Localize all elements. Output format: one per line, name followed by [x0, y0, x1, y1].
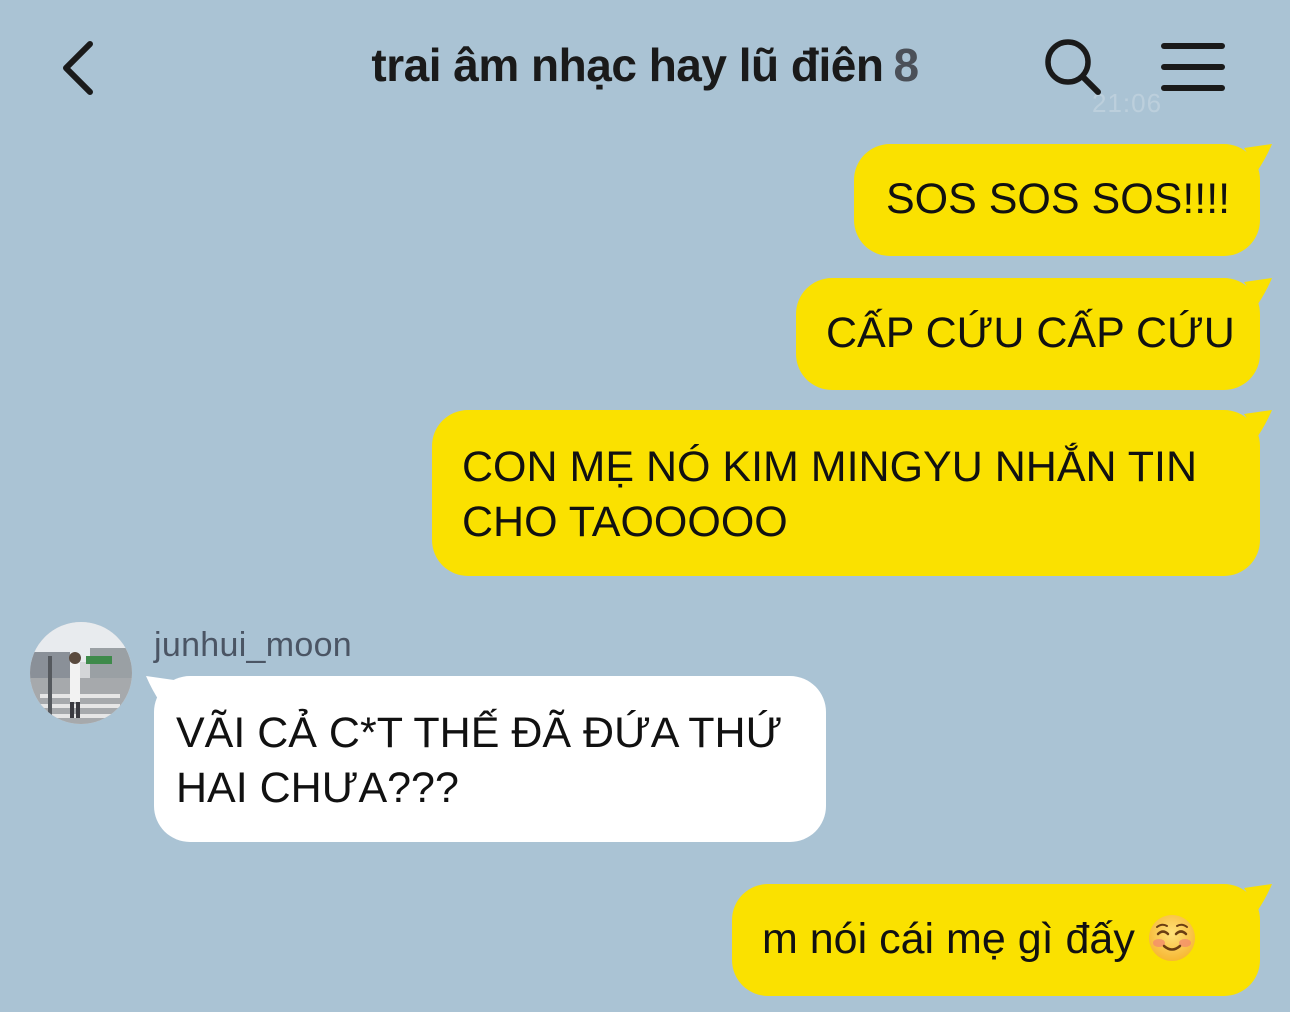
- smiling-blushing-face-icon: [1148, 915, 1195, 961]
- message-text: CON MẸ NÓ KIM MINGYU NHẮN TIN CHO TAOOOO…: [462, 443, 1198, 546]
- menu-button[interactable]: [1160, 38, 1226, 96]
- member-count: 8: [893, 39, 919, 91]
- message-text: CẤP CỨU CẤP CỨU: [826, 309, 1235, 357]
- my-message-bubble[interactable]: m nói cái mẹ gì đấy: [732, 884, 1260, 996]
- message-text: m nói cái mẹ gì đấy: [762, 915, 1135, 963]
- bubble-tail: [1244, 884, 1272, 910]
- chat-title-text: trai âm nhạc hay lũ điên: [371, 39, 884, 91]
- avatar-photo: [30, 622, 132, 724]
- search-icon: [1045, 39, 1101, 95]
- received-message-bubble[interactable]: VÃI CẢ C*T THẾ ĐÃ ĐỨA THỨ HAI CHƯA???: [154, 676, 826, 842]
- chevron-left-icon: [63, 41, 93, 95]
- message-text: SOS SOS SOS!!!!: [886, 175, 1231, 223]
- message-text: VÃI CẢ C*T THẾ ĐÃ ĐỨA THỨ HAI CHƯA???: [176, 709, 783, 812]
- bubble-tail: [1244, 144, 1272, 170]
- bubble-tail: [1244, 410, 1272, 436]
- my-message-bubble[interactable]: SOS SOS SOS!!!!: [854, 144, 1260, 256]
- hamburger-menu-icon: [1161, 43, 1225, 91]
- back-button[interactable]: [56, 36, 106, 100]
- sender-username: junhui_moon: [154, 626, 353, 664]
- chat-screen: trai âm nhạc hay lũ điên 8 21:06 SOS SOS …: [0, 0, 1290, 1012]
- my-message-bubble[interactable]: CẤP CỨU CẤP CỨU: [796, 278, 1260, 390]
- search-button[interactable]: [1040, 36, 1104, 100]
- bubble-tail: [1244, 278, 1272, 304]
- avatar[interactable]: [30, 622, 132, 724]
- my-message-bubble[interactable]: CON MẸ NÓ KIM MINGYU NHẮN TIN CHO TAOOOO…: [432, 410, 1260, 576]
